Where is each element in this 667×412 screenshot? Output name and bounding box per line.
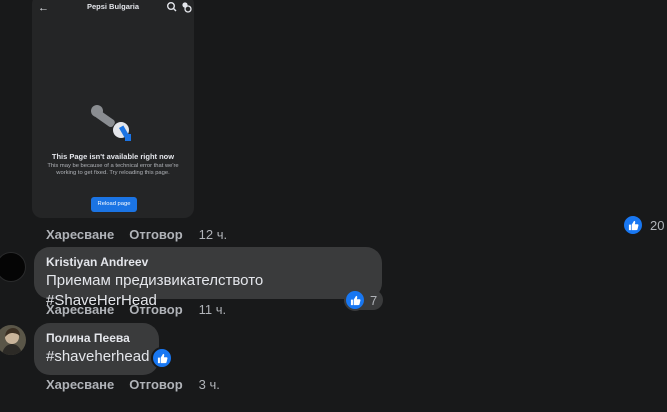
- settings-icon: [182, 2, 192, 13]
- avatar-photo: [0, 325, 26, 355]
- post-reactions[interactable]: 20: [622, 214, 665, 236]
- comment-actions: Харесване Отговор 3 ч.: [46, 375, 220, 393]
- reaction-count: 20: [650, 217, 665, 233]
- avatar[interactable]: [0, 325, 26, 355]
- timestamp[interactable]: 11 ч.: [199, 302, 227, 317]
- screenshot-header: ← Pepsi Bulgaria: [32, 0, 194, 20]
- comment-bubble: Kristiyan Andreev Приемам предизвикателс…: [34, 247, 382, 309]
- timestamp[interactable]: 3 ч.: [199, 377, 220, 392]
- error-text: This may be because of a technical error…: [47, 163, 179, 176]
- post-actions: Харесване Отговор 12 ч.: [46, 225, 227, 243]
- comment-text: #shaveherhead: [46, 348, 150, 365]
- comment-bubble: Полина Пеева #shaveherhead: [34, 323, 159, 375]
- comment-author[interactable]: Kristiyan Andreev: [46, 254, 370, 270]
- like-link[interactable]: Харесване: [46, 377, 114, 392]
- avatar[interactable]: [0, 252, 26, 282]
- reload-page-button[interactable]: Reload page: [91, 197, 137, 212]
- like-link[interactable]: Харесване: [46, 302, 114, 317]
- attached-screenshot[interactable]: ← Pepsi Bulgaria This Page isn't availab…: [32, 0, 194, 218]
- comment-author[interactable]: Полина Пеева: [46, 330, 147, 346]
- error-heading: This Page isn't available right now: [51, 152, 175, 161]
- reaction-count: 7: [370, 292, 378, 308]
- timestamp[interactable]: 12 ч.: [199, 227, 227, 242]
- thumbs-up-icon: [151, 347, 173, 369]
- comment-reactions[interactable]: 7: [344, 289, 384, 311]
- search-icon: [167, 2, 177, 12]
- reply-link[interactable]: Отговор: [129, 227, 182, 242]
- reply-link[interactable]: Отговор: [129, 302, 182, 317]
- thumbs-up-icon: [344, 289, 366, 311]
- thumbs-up-icon: [622, 214, 644, 236]
- comment-reactions[interactable]: [151, 347, 173, 369]
- reply-link[interactable]: Отговор: [129, 377, 182, 392]
- comment-actions: Харесване Отговор 11 ч.: [46, 300, 226, 318]
- broken-wrench-icon: [91, 105, 131, 141]
- like-link[interactable]: Харесване: [46, 227, 114, 242]
